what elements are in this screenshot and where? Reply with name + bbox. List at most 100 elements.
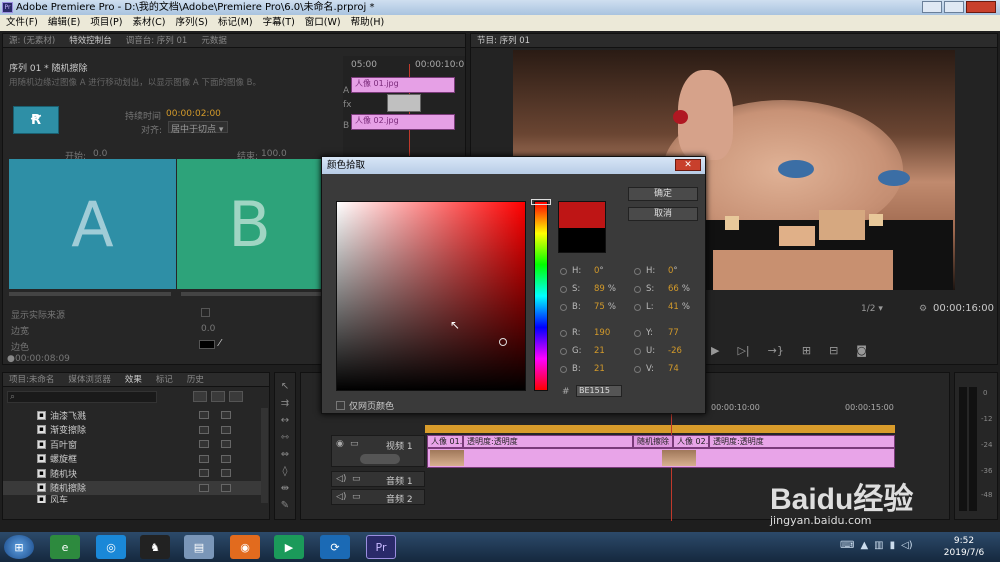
app-icon[interactable]: ⟳	[320, 535, 350, 559]
yuv-v-value[interactable]: 74	[668, 364, 679, 374]
radio-button[interactable]	[634, 303, 641, 311]
network-icon[interactable]: ▥	[874, 540, 883, 551]
lock-icon[interactable]: ▭	[352, 474, 361, 484]
qq-icon[interactable]: ♞	[140, 535, 170, 559]
track-select-tool-icon[interactable]: ⇉	[281, 398, 289, 409]
eye-icon[interactable]: ◉	[336, 439, 344, 449]
list-item[interactable]: ▪ 渐变擦除	[3, 423, 261, 438]
color-field[interactable]	[336, 201, 526, 391]
32bit-filter-icon[interactable]	[211, 391, 225, 402]
radio-button[interactable]	[634, 347, 641, 355]
lift-icon[interactable]: ⊞	[802, 344, 811, 357]
effect-timecode[interactable]: 00:00:08:09	[15, 354, 70, 364]
rgb-g-value[interactable]: 21	[594, 346, 605, 356]
web-colors-option[interactable]: 仅网页颜色	[336, 399, 394, 412]
tab-source[interactable]: 源: (无素材)	[9, 34, 55, 47]
video1-clip-body[interactable]	[427, 448, 895, 468]
menu-project[interactable]: 项目(P)	[90, 15, 122, 31]
tab-metadata[interactable]: 元数据	[201, 34, 227, 47]
clip1-fx[interactable]: 透明度:透明度	[463, 435, 633, 448]
rolling-tool-icon[interactable]: ⇿	[281, 432, 289, 443]
speaker-icon[interactable]: ◁)	[336, 474, 346, 484]
close-button[interactable]	[966, 1, 996, 13]
maximize-button[interactable]	[944, 1, 964, 13]
radio-button[interactable]	[560, 329, 567, 337]
duration-value[interactable]: 00:00:02:00	[166, 109, 221, 119]
list-item-selected[interactable]: ▪ 随机擦除	[3, 480, 261, 495]
radio-button[interactable]	[560, 365, 567, 373]
rgb-r-value[interactable]: 190	[594, 328, 610, 338]
radio-button[interactable]	[634, 365, 641, 373]
tab-program[interactable]: 节目: 序列 01	[477, 34, 530, 47]
radio-button[interactable]	[634, 329, 641, 337]
clip1-name[interactable]: 人像 01.jpg	[427, 435, 463, 448]
rate-stretch-tool-icon[interactable]: ⇔	[281, 449, 289, 460]
slip-tool-icon[interactable]: ⇹	[281, 483, 289, 494]
menu-edit[interactable]: 编辑(E)	[48, 15, 80, 31]
hsl-l-value[interactable]: 41	[668, 302, 679, 312]
list-item[interactable]: ▪ 油漆飞溅	[3, 408, 261, 423]
start-slider[interactable]	[9, 292, 171, 296]
tab-history[interactable]: 历史	[187, 373, 204, 386]
minimize-button[interactable]	[922, 1, 942, 13]
start-value[interactable]: 0.0	[93, 149, 107, 159]
mini-transition[interactable]	[387, 94, 421, 112]
radio-button[interactable]	[560, 267, 567, 275]
dialog-close-button[interactable]: ✕	[675, 159, 701, 171]
list-item[interactable]: ▪ 随机块	[3, 466, 261, 481]
menu-marker[interactable]: 标记(M)	[218, 15, 253, 31]
web-colors-checkbox[interactable]	[336, 401, 345, 410]
cancel-button[interactable]: 取消	[628, 207, 698, 221]
radio-button[interactable]	[560, 303, 567, 311]
effects-scrollbar[interactable]	[261, 408, 268, 503]
step-forward-icon[interactable]: ▷|	[737, 344, 749, 357]
radio-button[interactable]	[560, 285, 567, 293]
keyframe-toggle[interactable]	[360, 454, 400, 464]
zoom-dropdown[interactable]: 1/2 ▾	[861, 304, 883, 314]
volume-icon[interactable]: ◁)	[901, 540, 913, 551]
effects-search-input[interactable]: ⌕	[7, 391, 157, 403]
border-color-swatch[interactable]	[199, 340, 215, 349]
hsb-b-value[interactable]: 75	[594, 302, 605, 312]
hsl-s-value[interactable]: 66	[668, 284, 679, 294]
end-slider[interactable]	[181, 292, 321, 296]
speaker-icon[interactable]: ◁)	[336, 492, 346, 502]
radio-button[interactable]	[560, 347, 567, 355]
mini-clip-a[interactable]: 人像 01.jpg	[351, 77, 455, 93]
file-explorer-icon[interactable]: ▤	[184, 535, 214, 559]
work-area-bar[interactable]	[425, 425, 895, 433]
arrow-up-icon[interactable]: ▲	[860, 540, 868, 551]
hue-slider-handle[interactable]	[531, 199, 551, 205]
hsb-s-value[interactable]: 89	[594, 284, 605, 294]
hex-input[interactable]: BE1515	[576, 385, 622, 397]
browser-360-icon[interactable]: e	[50, 535, 80, 559]
radio-button[interactable]	[634, 267, 641, 275]
tab-audio-mixer[interactable]: 调音台: 序列 01	[126, 34, 188, 47]
premiere-taskbar-icon[interactable]: Pr	[366, 535, 396, 559]
tab-markers[interactable]: 标记	[156, 373, 173, 386]
goto-out-icon[interactable]: →}	[768, 344, 784, 357]
eyedropper-icon[interactable]: ⁄	[219, 338, 221, 349]
transition-clip[interactable]: 随机擦除	[633, 435, 673, 448]
list-item[interactable]: ▪ 百叶窗	[3, 437, 261, 452]
pen-tool-icon[interactable]: ✎	[281, 500, 289, 511]
clip2-name[interactable]: 人像 02.jpg	[673, 435, 709, 448]
video-player-icon[interactable]: ◎	[96, 535, 126, 559]
show-source-checkbox[interactable]	[201, 308, 210, 317]
export-frame-icon[interactable]: ◙	[856, 344, 867, 357]
media-app-icon[interactable]: ▶	[274, 535, 304, 559]
clock[interactable]: 9:52 2019/7/6	[936, 535, 992, 559]
align-dropdown[interactable]: 居中于切点 ▾	[168, 121, 228, 135]
menu-title[interactable]: 字幕(T)	[263, 15, 295, 31]
menu-sequence[interactable]: 序列(S)	[176, 15, 208, 31]
transition-thumbnail[interactable]: Ꞧ	[13, 106, 59, 134]
tab-effect-controls[interactable]: 特效控制台	[69, 34, 112, 47]
tab-project[interactable]: 项目:未命名	[9, 373, 54, 386]
border-width-value[interactable]: 0.0	[201, 324, 215, 334]
menu-clip[interactable]: 素材(C)	[132, 15, 165, 31]
clip2-fx[interactable]: 透明度:透明度	[709, 435, 895, 448]
ok-button[interactable]: 确定	[628, 187, 698, 201]
video1-track-header[interactable]: ◉ ▭ 视频 1	[331, 435, 425, 467]
menu-file[interactable]: 文件(F)	[6, 15, 38, 31]
play-button-icon[interactable]: ▶	[711, 344, 719, 357]
